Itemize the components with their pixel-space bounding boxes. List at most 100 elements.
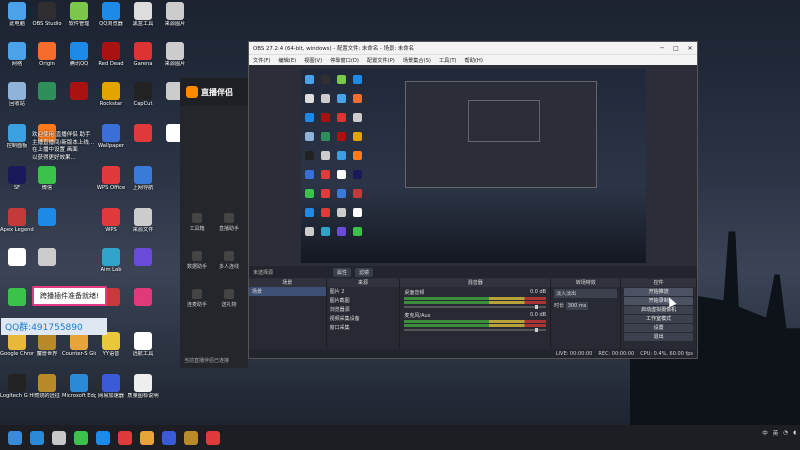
desktop-icon[interactable]: 远航工具 [126,330,160,366]
desktop-icon[interactable]: 网易加速器 [94,372,128,408]
taskbar-app-icon[interactable] [74,430,88,445]
network-icon[interactable]: ◔ [783,430,788,436]
desktop-icon[interactable]: SF [0,164,34,200]
control-button[interactable]: 开始推流 [624,288,693,296]
obs-preview[interactable] [301,69,646,263]
volume-knob[interactable] [534,328,538,332]
source-item[interactable]: 窗口采集 [327,323,400,332]
desktop-icon[interactable] [126,246,160,282]
menu-item[interactable]: 文件(F) [249,57,274,64]
minimize-icon[interactable]: ─ [655,45,669,52]
taskbar-app-icon[interactable] [162,430,176,445]
desktop-icon[interactable] [0,246,34,282]
live-nav-item[interactable]: 工具箱 [184,213,210,232]
menu-item[interactable]: 帮助(H) [461,57,487,64]
source-item[interactable]: 浏览器源 [327,305,400,314]
maximize-icon[interactable]: □ [669,45,683,52]
desktop-icon[interactable] [62,80,96,116]
obs-window[interactable]: OBS 27.2.4 (64-bit, windows) - 配置文件: 未命名… [248,41,698,359]
desktop-icon[interactable]: OBS Studio [30,0,64,36]
desktop-icon[interactable]: 软件管理 [62,0,96,36]
desktop-icon[interactable]: 此电脑 [0,0,34,36]
taskbar-app-icon[interactable] [118,430,132,445]
menu-item[interactable]: 停靠窗口(D) [326,57,363,64]
desktop-icon[interactable]: WPS [94,206,128,242]
control-button[interactable]: 开始录制 [624,297,693,305]
start-icon[interactable] [8,430,22,445]
properties-button[interactable]: 属性 [333,267,352,277]
taskbar-app-icon[interactable] [30,430,44,445]
desktop-icon[interactable]: 质量图标说明 [126,372,160,408]
taskbar-app-icon[interactable] [96,430,110,445]
source-item[interactable]: 视频采集设备 [327,314,400,323]
taskbar-app-icon[interactable] [140,430,154,445]
desktop-icon[interactable] [126,286,160,322]
volume-icon[interactable]: ◖ [793,430,796,436]
close-icon[interactable]: ✕ [683,45,697,52]
live-app-title: 直播伴侣 [201,87,233,97]
live-nav-item[interactable]: 直播助手 [216,213,242,232]
desktop-icon[interactable]: 微信 [30,164,64,200]
desktop-icon[interactable]: CapCut [126,80,160,116]
live-nav-item[interactable]: 送礼物 [216,289,242,308]
desktop-icon[interactable]: 控制面板 [0,122,34,158]
desktop-icon[interactable]: 来源图片 [158,40,192,76]
menu-item[interactable]: 场景集合(S) [399,57,435,64]
duration-input[interactable]: 300 ms [565,302,589,310]
menu-item[interactable]: 视图(V) [300,57,326,64]
volume-slider[interactable] [404,328,547,332]
filters-button[interactable]: 滤镜 [355,267,374,277]
language-indicator-2[interactable]: 英 [773,429,779,437]
desktop-icon[interactable]: YY语音 [94,330,128,366]
desktop-icon[interactable]: WPS Office [94,164,128,200]
desktop-icon[interactable]: 来源文件 [126,206,160,242]
desktop-icon[interactable]: 燃烧的远征 [30,372,64,408]
mixer-channel: 桌面音频 0.0 dB [404,289,547,309]
desktop-icon[interactable] [30,246,64,282]
mixer-channel-db: 0.0 dB [529,312,547,318]
desktop-icon[interactable] [30,80,64,116]
desktop-icon[interactable]: Apex Legends [0,206,34,242]
desktop-icon[interactable]: 魔兽世界 [30,330,64,366]
taskbar-app-icon[interactable] [52,430,66,445]
menu-item[interactable]: 配置文件(P) [363,57,399,64]
transition-select[interactable]: 淡入淡出 [554,289,618,298]
volume-knob[interactable] [534,305,538,309]
desktop-icon[interactable]: Red Dead [94,40,128,76]
desktop-icon[interactable]: Google Chrome [0,330,34,366]
control-button[interactable]: 启动虚拟摄像机 [624,306,693,314]
desktop-icon[interactable]: QQ浏览器 [94,0,128,36]
taskbar-app-icon[interactable] [206,430,220,445]
desktop-icon[interactable]: Garena [126,40,160,76]
desktop-icon[interactable]: 回收站 [0,80,34,116]
desktop-icon[interactable]: Aim Lab [94,246,128,282]
language-indicator[interactable]: 中 [762,429,768,437]
desktop-icon[interactable]: 来源图片 [158,0,192,36]
source-item[interactable]: 图片截图 [327,296,400,305]
live-nav-item[interactable]: 数据助手 [184,251,210,270]
scene-item[interactable]: 场景 [249,287,326,296]
desktop-icon[interactable]: Microsoft Edge [62,372,96,408]
desktop-icon-label: 腾讯QQ [69,61,89,67]
desktop-icon[interactable] [30,206,64,242]
desktop-icon[interactable]: Counter-S Global Off... [62,330,96,366]
desktop-icon[interactable]: 黑盒工具 [126,0,160,36]
control-button[interactable]: 退出 [624,333,693,341]
control-button[interactable]: 工作室模式 [624,315,693,323]
desktop-icon[interactable] [0,286,34,322]
control-button[interactable]: 设置 [624,324,693,332]
desktop-icon[interactable]: 网络 [0,40,34,76]
obs-titlebar[interactable]: OBS 27.2.4 (64-bit, windows) - 配置文件: 未命名… [249,42,697,54]
desktop-icon[interactable]: Origin [30,40,64,76]
desktop-icon[interactable]: 腾讯QQ [62,40,96,76]
source-item[interactable]: 图片 2 [327,287,400,296]
desktop-icon[interactable]: 上网导航 [126,164,160,200]
live-nav-item[interactable]: 多人连线 [216,251,242,270]
desktop-icon[interactable]: Logitech G HUB [0,372,34,408]
desktop-icon[interactable]: Rockstar [94,80,128,116]
live-nav-item[interactable]: 连麦助手 [184,289,210,308]
taskbar-app-icon[interactable] [184,430,198,445]
menu-item[interactable]: 编辑(E) [274,57,300,64]
menu-item[interactable]: 工具(T) [435,57,461,64]
volume-slider[interactable] [404,305,547,309]
